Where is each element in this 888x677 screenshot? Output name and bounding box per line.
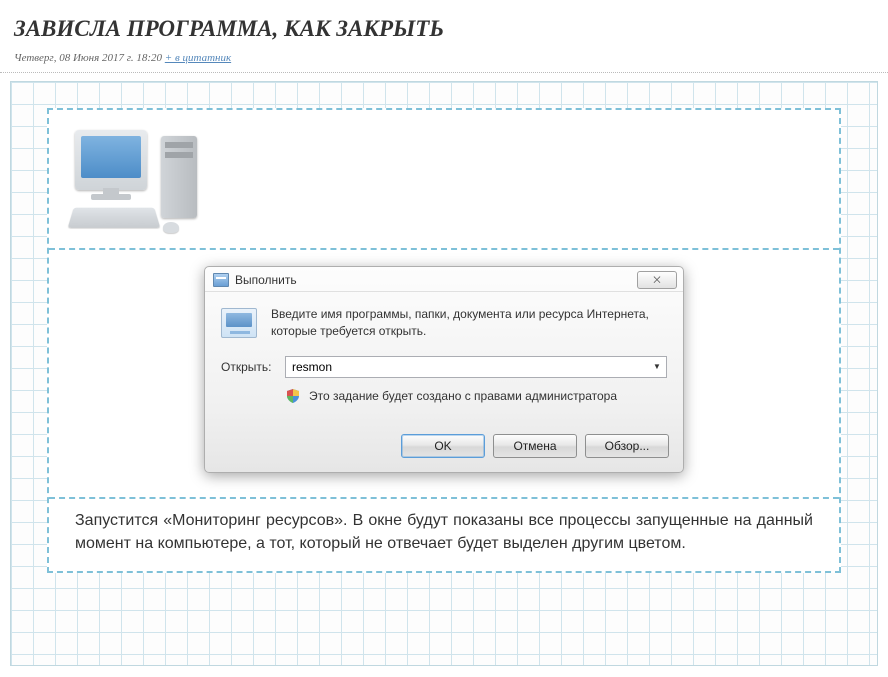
cite-link[interactable]: + в цитатник — [165, 52, 231, 64]
shield-icon — [285, 388, 301, 404]
close-button[interactable]: ⨉ — [637, 271, 677, 289]
dialog-title: Выполнить — [235, 273, 297, 287]
admin-note: Это задание будет создано с правами адми… — [309, 389, 617, 403]
run-dialog: Выполнить ⨉ Введите имя программы, папки… — [204, 266, 684, 473]
ok-button[interactable]: OK — [401, 434, 485, 458]
command-input[interactable] — [286, 360, 648, 374]
command-combobox[interactable]: ▼ — [285, 356, 667, 378]
article-meta: Четверг, 08 Июня 2017 г. 18:20 + в цитат… — [0, 52, 888, 73]
content-grid: Выполнить ⨉ Введите имя программы, папки… — [10, 81, 878, 666]
computer-illustration — [69, 126, 229, 236]
article-date: Четверг, 08 Июня 2017 г. 18:20 — [14, 52, 162, 64]
cancel-button[interactable]: Отмена — [493, 434, 577, 458]
svg-text:⨉: ⨉ — [653, 275, 660, 285]
open-label: Открыть: — [221, 360, 275, 374]
page-title: ЗАВИСЛА ПРОГРАММА, КАК ЗАКРЫТЬ — [0, 0, 888, 52]
browse-button[interactable]: Обзор... — [585, 434, 669, 458]
close-icon: ⨉ — [645, 275, 669, 285]
run-large-icon — [221, 308, 257, 338]
dialog-description: Введите имя программы, папки, документа … — [271, 306, 667, 340]
article-paragraph: Запустится «Мониторинг ресурсов». В окне… — [69, 499, 819, 555]
run-dialog-container: Выполнить ⨉ Введите имя программы, папки… — [69, 250, 819, 497]
run-icon — [213, 273, 229, 287]
content-frame: Выполнить ⨉ Введите имя программы, папки… — [47, 108, 841, 573]
dialog-buttons: OK Отмена Обзор... — [205, 424, 683, 472]
titlebar: Выполнить ⨉ — [205, 267, 683, 292]
dropdown-arrow-icon[interactable]: ▼ — [648, 357, 666, 377]
